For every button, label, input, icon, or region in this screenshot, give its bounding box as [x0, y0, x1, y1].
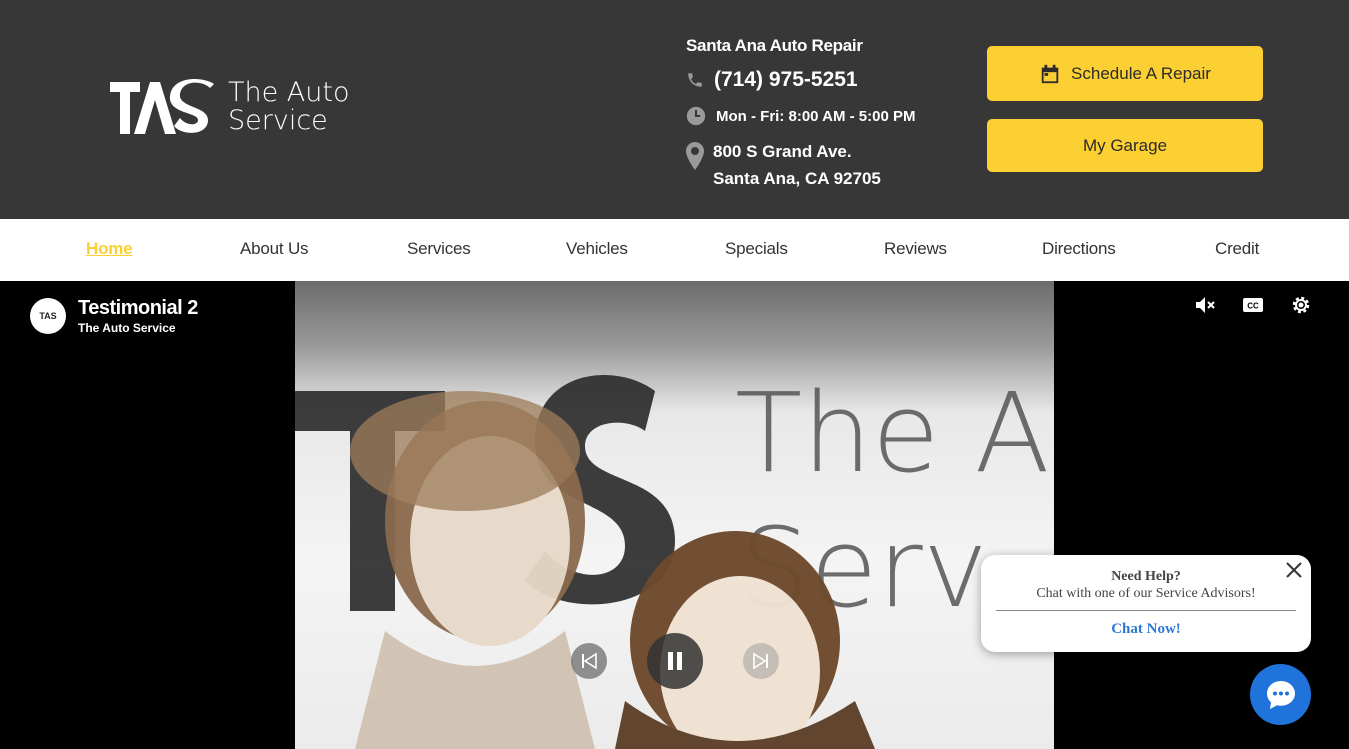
- hours-row: Mon - Fri: 8:00 AM - 5:00 PM: [686, 106, 915, 126]
- video-channel[interactable]: The Auto Service: [78, 321, 198, 335]
- nav-item-services[interactable]: Services: [407, 239, 471, 259]
- video-player[interactable]: The A Serv TAS Testimonial 2 The Auto Se…: [0, 281, 1349, 749]
- chat-heading: Need Help?: [1111, 569, 1181, 584]
- nav-item-directions[interactable]: Directions: [1042, 239, 1116, 259]
- nav-item-reviews[interactable]: Reviews: [884, 239, 947, 259]
- chat-divider: [996, 610, 1296, 611]
- location-pin-icon: [686, 142, 704, 170]
- mute-icon[interactable]: [1193, 293, 1217, 317]
- chat-launcher-button[interactable]: [1250, 664, 1311, 725]
- nav-item-home[interactable]: Home: [86, 239, 133, 259]
- video-title[interactable]: Testimonial 2: [78, 297, 198, 320]
- chat-popup: Need Help? Chat with one of our Service …: [981, 555, 1311, 652]
- nav-item-about-us[interactable]: About Us: [240, 239, 309, 259]
- settings-icon[interactable]: [1289, 293, 1313, 317]
- next-icon: [753, 652, 768, 670]
- video-title-bar: TAS Testimonial 2 The Auto Service: [30, 297, 198, 335]
- nav-item-credit[interactable]: Credit: [1215, 239, 1259, 259]
- chat-subtext: Chat with one of our Service Advisors!: [1036, 586, 1256, 601]
- clock-icon: [686, 106, 706, 126]
- my-garage-button[interactable]: My Garage: [987, 119, 1263, 172]
- logo-line-1: The Auto: [228, 77, 350, 108]
- address-line-1: 800 S Grand Ave.: [713, 142, 852, 161]
- chat-bubble-icon: [1266, 680, 1295, 709]
- calendar-icon: [1041, 64, 1059, 83]
- svg-text:CC: CC: [1247, 302, 1259, 311]
- schedule-repair-label: Schedule A Repair: [1071, 63, 1211, 83]
- svg-text:The A: The A: [735, 369, 1050, 497]
- phone-row[interactable]: (714) 975-5251: [686, 68, 858, 92]
- logo-line-2: Service: [228, 105, 328, 136]
- my-garage-label: My Garage: [1082, 135, 1168, 155]
- site-header: The Auto Service Santa Ana Auto Repair (…: [0, 0, 1349, 219]
- video-top-controls: CC: [1193, 293, 1313, 317]
- pause-button[interactable]: [647, 633, 703, 689]
- tas-logo-mark: [110, 79, 214, 134]
- nav-item-vehicles[interactable]: Vehicles: [566, 239, 628, 259]
- channel-avatar[interactable]: TAS: [30, 298, 66, 334]
- contact-info: Santa Ana Auto Repair (714) 975-5251 Mon…: [686, 36, 915, 188]
- chat-now-link[interactable]: Chat Now!: [981, 621, 1311, 638]
- phone-icon: [688, 73, 702, 87]
- nav-item-specials[interactable]: Specials: [725, 239, 788, 259]
- phone-number[interactable]: (714) 975-5251: [714, 68, 858, 92]
- captions-icon[interactable]: CC: [1241, 293, 1265, 317]
- previous-icon: [582, 652, 597, 670]
- pause-icon: [668, 652, 682, 670]
- shop-name: Santa Ana Auto Repair: [686, 36, 863, 55]
- address-line-2: Santa Ana, CA 92705: [713, 169, 881, 188]
- next-button[interactable]: [743, 643, 779, 679]
- previous-button[interactable]: [571, 643, 607, 679]
- site-logo[interactable]: The Auto Service: [110, 78, 350, 136]
- schedule-repair-button[interactable]: Schedule A Repair: [987, 46, 1263, 101]
- main-nav: Home About Us Services Vehicles Specials…: [0, 219, 1349, 281]
- business-hours: Mon - Fri: 8:00 AM - 5:00 PM: [716, 107, 916, 125]
- address-row[interactable]: 800 S Grand Ave. Santa Ana, CA 92705: [686, 138, 881, 192]
